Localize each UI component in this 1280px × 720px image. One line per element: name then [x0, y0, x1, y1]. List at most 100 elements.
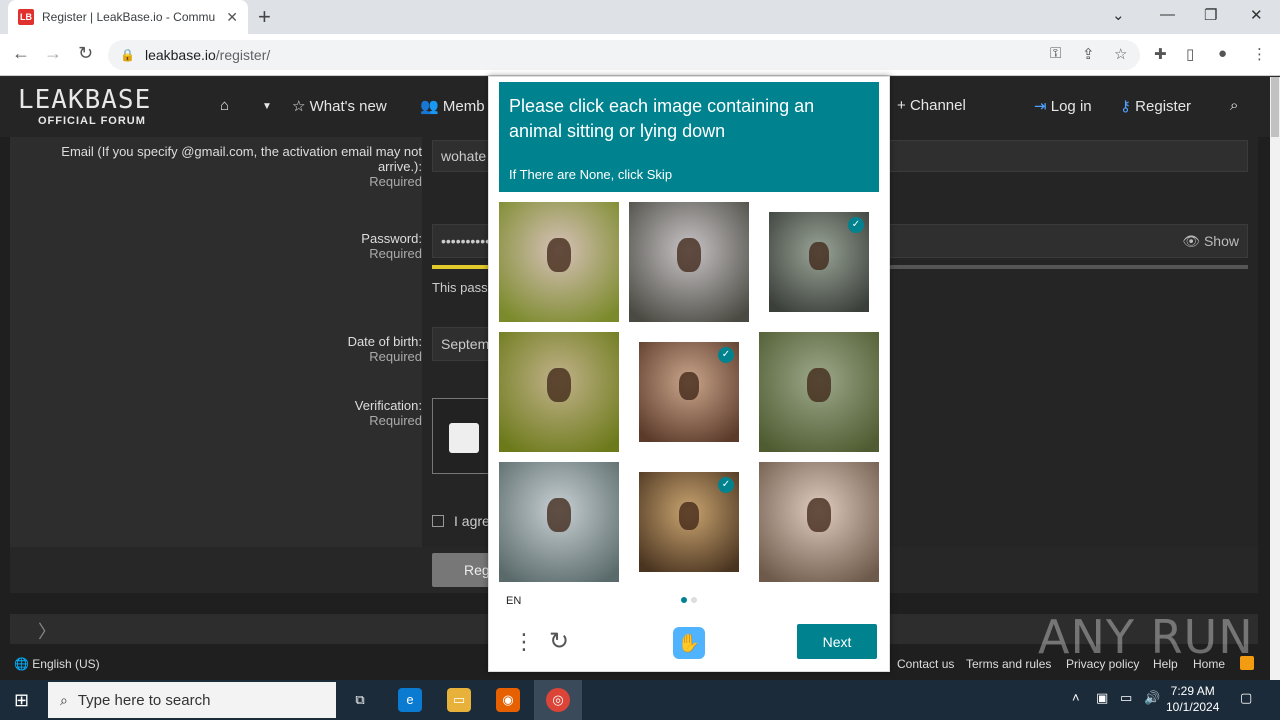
edge-icon[interactable]: e	[398, 688, 422, 712]
next-button[interactable]: Next	[797, 624, 877, 659]
agree-terms[interactable]: I agre	[432, 513, 490, 529]
volume-icon[interactable]: 🔊	[1144, 690, 1160, 706]
animal-figure	[807, 368, 831, 402]
site-logo[interactable]: LEAKBASE OFFICIAL FORUM	[18, 85, 151, 127]
footer-link-contact[interactable]: Contact us	[897, 657, 954, 671]
forward-button[interactable]: →	[44, 43, 62, 64]
taskbar-search[interactable]: ⌕ Type here to search	[48, 682, 336, 718]
bookmark-star-icon[interactable]: ☆	[1114, 45, 1127, 63]
refresh-icon[interactable]: ↻	[549, 627, 569, 656]
windows-start-icon[interactable]: ⊞	[14, 690, 29, 711]
verification-required: Required	[369, 413, 422, 428]
animal-figure	[547, 238, 571, 272]
tray-device-icon[interactable]: ▣	[1096, 690, 1108, 706]
password-value: ••••••••••	[441, 233, 491, 249]
chrome-icon[interactable]: ◎	[546, 688, 570, 712]
selected-check-icon: ✓	[718, 347, 734, 363]
extensions-icon[interactable]: ✚	[1154, 45, 1167, 63]
taskbar: ⊞ ⌕ Type here to search ⧉ e ▭ ◉ ◎ ˄ ▣ ▭ …	[0, 680, 1280, 720]
tray-chevron-icon[interactable]: ˄	[1072, 690, 1080, 705]
captcha-subtitle: If There are None, click Skip	[509, 167, 673, 182]
scroll-thumb[interactable]	[1271, 77, 1279, 137]
dob-month-select[interactable]: Septem	[432, 327, 492, 361]
chevron-down-icon[interactable]: ▼	[262, 101, 272, 112]
page-dot-active	[681, 597, 687, 603]
restore-button[interactable]: ❐	[1204, 6, 1217, 24]
agree-text: I agre	[454, 513, 490, 529]
hcaptcha-logo-icon: ✋	[673, 627, 705, 659]
key-icon[interactable]: ⚿	[1050, 45, 1061, 62]
star-icon: ☆	[292, 98, 306, 115]
nav-whats-new[interactable]: ☆ What's new	[292, 97, 387, 115]
captcha-tile[interactable]	[499, 462, 619, 582]
captcha-tile[interactable]: ✓	[639, 342, 739, 442]
browser-tab[interactable]: LB Register | LeakBase.io - Commu ✕	[8, 0, 248, 34]
nav-channel[interactable]: + Channel	[897, 97, 966, 114]
nav-members-label: Memb	[442, 98, 485, 115]
home-icon[interactable]: ⌂	[220, 97, 229, 114]
show-password-toggle[interactable]: 👁 Show	[1182, 233, 1239, 250]
globe-icon: 🌐	[14, 657, 29, 671]
browser-menu-icon[interactable]: ⋮	[1252, 45, 1267, 63]
nav-login[interactable]: ⇥ Log in	[1034, 97, 1092, 115]
notification-icon[interactable]: ▢	[1240, 690, 1252, 706]
url-host: leakbase.io	[144, 47, 216, 63]
side-panel-icon[interactable]: ▯	[1186, 45, 1194, 63]
new-tab-button[interactable]: +	[258, 4, 271, 30]
captcha-checkbox[interactable]	[449, 423, 479, 453]
share-icon[interactable]: ⇪	[1082, 45, 1095, 63]
animal-figure	[679, 372, 699, 400]
agree-checkbox[interactable]	[432, 515, 444, 527]
password-label-text: Password:	[361, 231, 422, 246]
captcha-tile[interactable]	[629, 202, 749, 322]
animal-figure	[677, 238, 701, 272]
leakbase-favicon-icon: LB	[18, 9, 34, 25]
chevron-right-icon[interactable]: 〉	[38, 618, 56, 644]
network-icon[interactable]: ▭	[1120, 690, 1132, 706]
password-required: Required	[369, 246, 422, 261]
tab-search-icon[interactable]: ⌄	[1112, 6, 1125, 24]
nav-whats-new-label: What's new	[309, 98, 387, 115]
search-icon: ⌕	[60, 691, 68, 708]
selected-check-icon: ✓	[848, 217, 864, 233]
tab-title: Register | LeakBase.io - Commu	[42, 10, 216, 24]
nav-login-label: Log in	[1050, 98, 1092, 115]
captcha-menu-icon[interactable]: ⋮	[513, 629, 535, 655]
dob-label-text: Date of birth:	[347, 334, 422, 349]
search-icon[interactable]: ⌕	[1230, 97, 1238, 114]
captcha-tile[interactable]: ✓	[639, 472, 739, 572]
captcha-tile[interactable]	[499, 202, 619, 322]
file-explorer-icon[interactable]: ▭	[447, 688, 471, 712]
close-tab-icon[interactable]: ✕	[226, 9, 238, 26]
nav-members[interactable]: 👥 Memb	[420, 97, 485, 115]
captcha-tile[interactable]	[499, 332, 619, 452]
minimize-button[interactable]: —	[1160, 6, 1175, 23]
lock-icon[interactable]: 🔒	[120, 48, 135, 62]
selected-check-icon: ✓	[718, 477, 734, 493]
profile-avatar-icon[interactable]: ●	[1218, 45, 1227, 62]
nav-register[interactable]: ⚷ Register	[1120, 97, 1191, 115]
search-placeholder: Type here to search	[77, 691, 211, 709]
page-scrollbar[interactable]	[1270, 77, 1280, 680]
anyrun-watermark: ANY RUN	[1038, 610, 1254, 664]
nav-channel-label: Channel	[909, 97, 966, 114]
language-selector[interactable]: 🌐 English (US)	[14, 657, 100, 671]
captcha-tile[interactable]	[759, 332, 879, 452]
reload-button[interactable]: ↻	[78, 43, 93, 64]
back-button[interactable]: ←	[12, 43, 30, 64]
captcha-tile[interactable]: ✓	[769, 212, 869, 312]
firefox-icon[interactable]: ◉	[496, 688, 520, 712]
verification-label-text: Verification:	[354, 398, 422, 413]
task-view-icon[interactable]: ⧉	[348, 688, 372, 712]
taskbar-clock[interactable]: 7:29 AM 10/1/2024	[1166, 683, 1219, 715]
address-bar[interactable]: 🔒 leakbase.io /register/	[108, 40, 1140, 70]
close-window-button[interactable]: ✕	[1250, 6, 1263, 24]
email-label: Email (If you specify @gmail.com, the ac…	[22, 144, 422, 189]
animal-figure	[809, 242, 829, 270]
dob-required: Required	[369, 349, 422, 364]
verification-label: Verification: Required	[355, 398, 422, 428]
browser-toolbar: ← → ↻ 🔒 leakbase.io /register/ ⚿ ⇪ ☆ ✚ ▯…	[0, 34, 1280, 76]
language-label: English (US)	[32, 657, 100, 671]
captcha-tile[interactable]	[759, 462, 879, 582]
captcha-language[interactable]: EN	[506, 595, 521, 607]
